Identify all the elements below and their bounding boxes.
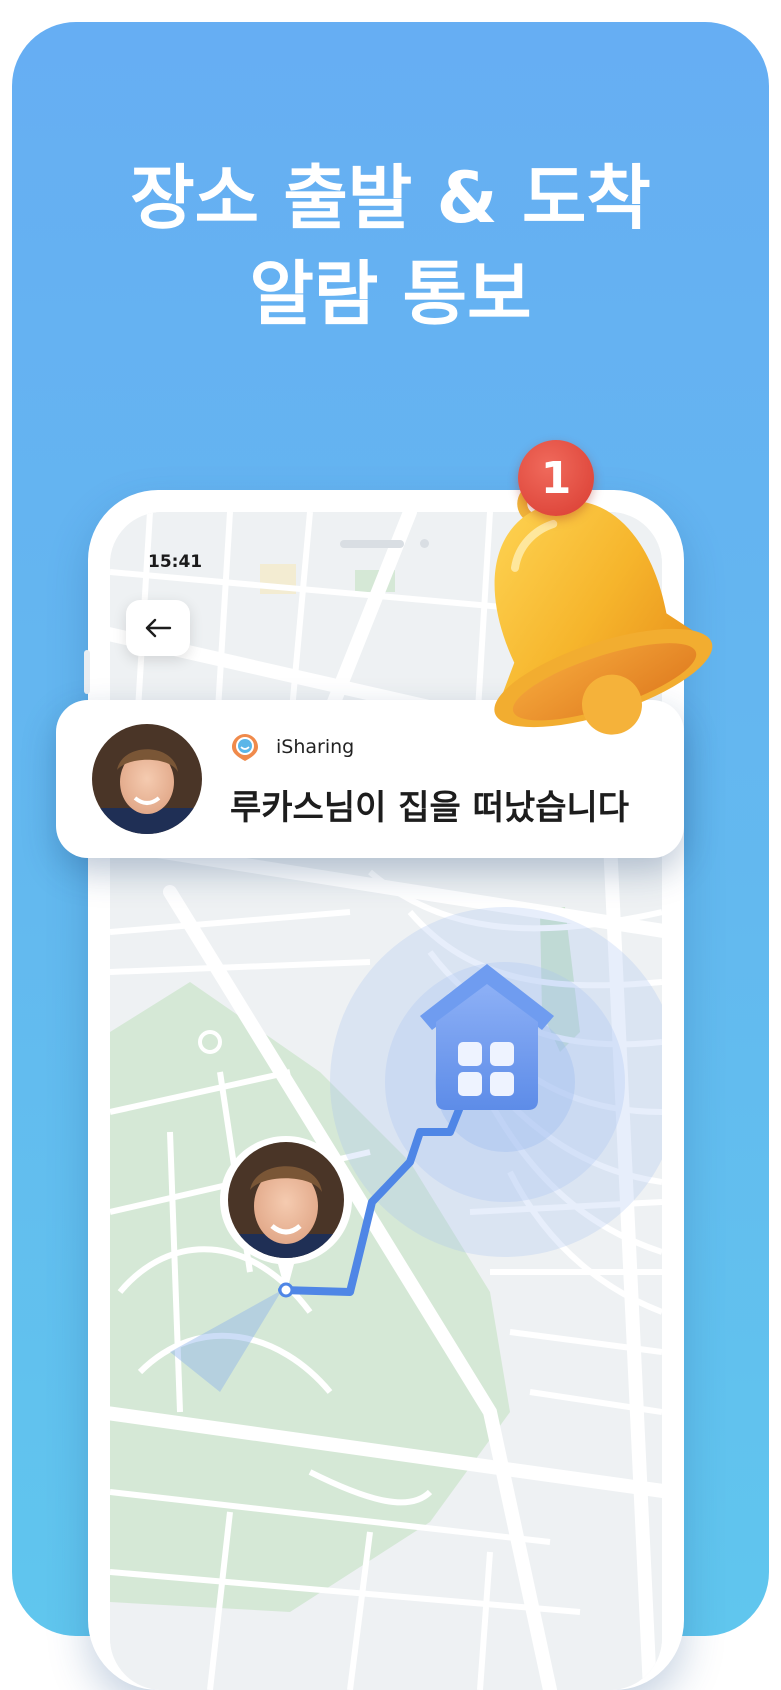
avatar xyxy=(92,724,202,834)
notification-app-name: iSharing xyxy=(276,736,355,758)
headline-line-2: 알람 통보 xyxy=(249,253,532,335)
phone-speaker xyxy=(340,540,404,548)
back-button[interactable] xyxy=(126,600,190,656)
home-icon xyxy=(420,964,554,1110)
user-location-pin[interactable] xyxy=(218,1134,354,1300)
notification-message: 루카스님이 집을 떠났습니다 xyxy=(230,788,630,828)
arrow-left-icon xyxy=(145,618,172,638)
headline-line-1: 장소 출발 & 도착 xyxy=(130,157,651,239)
headline: 장소 출발 & 도착 알람 통보 xyxy=(12,150,769,342)
home-pin[interactable] xyxy=(402,960,572,1120)
isharing-logo-icon xyxy=(232,734,258,761)
avatar xyxy=(228,1142,344,1258)
notification-count-badge: 1 xyxy=(518,440,594,516)
status-time: 15:41 xyxy=(148,552,203,572)
phone-side-button xyxy=(84,650,90,694)
